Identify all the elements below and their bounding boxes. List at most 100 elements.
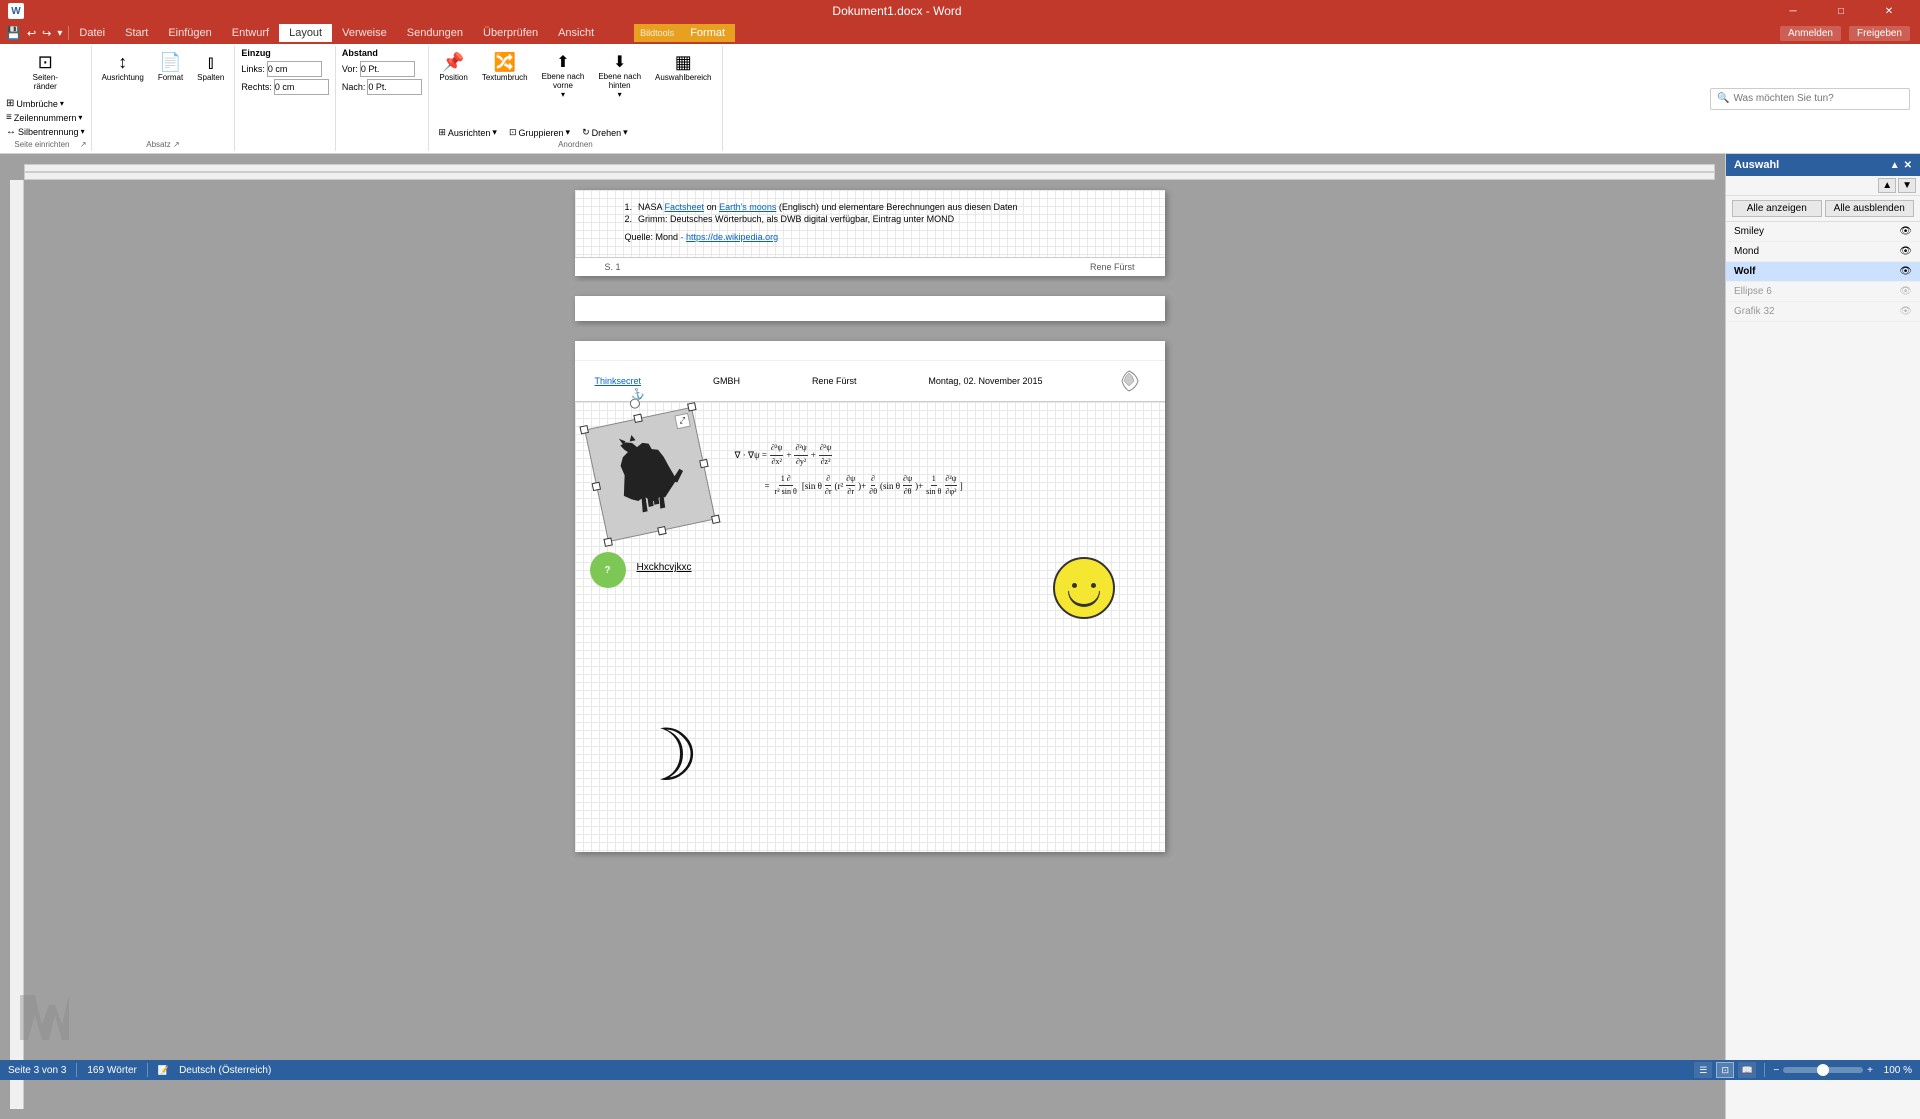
freigeben-button[interactable]: Freigeben (1849, 26, 1910, 41)
handle-bl[interactable] (603, 537, 612, 546)
redo-quick-btn[interactable]: ↪ (42, 27, 51, 40)
umbrueche-button[interactable]: ⊞Umbrüche▾ (4, 97, 87, 110)
window-controls: ─ □ ✕ (1770, 0, 1912, 22)
company-link[interactable]: Thinksecret (595, 376, 642, 386)
panel-close-icon[interactable]: ✕ (1904, 160, 1912, 171)
panel-item-smiley[interactable]: Smiley 👁 (1726, 222, 1920, 242)
panel-item-wolf-label: Wolf (1734, 266, 1755, 277)
handle-mr[interactable] (699, 458, 708, 467)
moon-container[interactable]: ☽ (635, 720, 700, 792)
zoom-slider[interactable] (1783, 1067, 1863, 1073)
tab-sendungen[interactable]: Sendungen (397, 24, 473, 42)
handle-ml[interactable] (591, 481, 600, 490)
page-gap-1 (575, 282, 1165, 290)
ribbon-group-anordnen: 📌 Position 🔀 Textumbruch ⬆ Ebene nach vo… (429, 46, 722, 151)
smiley-container[interactable] (1053, 557, 1115, 619)
handle-tc[interactable] (633, 414, 642, 423)
panel-scroll-up[interactable]: ▲ (1890, 160, 1900, 171)
zeilennummern-button[interactable]: ≡Zeilennummern▾ (4, 111, 87, 124)
handle-tl[interactable] (579, 425, 588, 434)
wolf-image-container[interactable]: ⚓ ⤢ (584, 407, 716, 542)
save-quick-btn[interactable]: 💾 (6, 26, 21, 40)
nach-input[interactable] (367, 79, 422, 95)
page-1-footer: S. 1 Rene Fürst (575, 257, 1165, 276)
vor-input[interactable] (360, 61, 415, 77)
page-scroll-area: 1. NASA Factsheet on Earth's moons (Engl… (24, 180, 1715, 1109)
source-link[interactable]: https://de.wikipedia.org (686, 232, 778, 242)
tab-format[interactable]: Format (680, 24, 735, 42)
minimize-button[interactable]: ─ (1770, 0, 1816, 22)
tab-datei[interactable]: Datei (69, 24, 115, 42)
ebene-vorne-button[interactable]: ⬆ Ebene nach vorne ▾ (536, 48, 591, 103)
read-layout-btn[interactable]: 📖 (1738, 1062, 1756, 1078)
web-layout-btn[interactable]: ⊡ (1716, 1062, 1734, 1078)
ausrichtung-button[interactable]: ↕ Ausrichtung (96, 48, 150, 140)
format-button[interactable]: 📄 Format (152, 48, 189, 140)
maximize-button[interactable]: □ (1818, 0, 1864, 22)
handle-tr[interactable] (687, 402, 696, 411)
resize-indicator[interactable]: ⤢ (674, 413, 691, 430)
panel-action-btns: Alle anzeigen Alle ausblenden (1726, 196, 1920, 222)
user-controls: Anmelden Freigeben (1780, 26, 1920, 41)
search-input[interactable] (1733, 93, 1903, 104)
print-layout-btn[interactable]: ☰ (1694, 1062, 1712, 1078)
ruler-marks (25, 164, 1714, 180)
hxc-text[interactable]: Hxckhcvjkxc (637, 562, 692, 573)
silbentrennung-button[interactable]: ↔Silbentrennung▾ (4, 125, 87, 138)
more-quick-btn[interactable]: ▾ (57, 28, 62, 39)
ebene-hinten-button[interactable]: ⬇ Ebene nach hinten ▾ (592, 48, 647, 103)
anmelden-button[interactable]: Anmelden (1780, 26, 1841, 41)
show-all-button[interactable]: Alle anzeigen (1732, 200, 1822, 217)
seite-einrichten-expand[interactable]: ↗ (80, 140, 87, 149)
panel-down-btn[interactable]: ▼ (1898, 178, 1916, 193)
ribbon-group-einzug: Einzug Links: Rechts: (235, 46, 336, 151)
position-button[interactable]: 📌 Position (433, 48, 473, 86)
tab-layout[interactable]: Layout (279, 24, 332, 42)
earths-moons-link[interactable]: Earth's moons (719, 202, 776, 212)
auswahlbereich-button[interactable]: ▦ Auswahlbereich (649, 48, 717, 86)
zoom-slider-thumb[interactable] (1817, 1064, 1829, 1076)
seiten-raender-button[interactable]: ⊡ Seiten- ränder (4, 48, 87, 95)
panel-title: Auswahl (1734, 159, 1779, 171)
math-formula-area: ∇ · ∇ψ = ∂²ψ ∂x² + ∂²ψ ∂y² + (735, 442, 963, 499)
hide-all-button[interactable]: Alle ausblenden (1825, 200, 1915, 217)
formula-line1: ∇ · ∇ψ = ∂²ψ ∂x² + ∂²ψ ∂y² + (735, 442, 963, 469)
context-tab-bildtools[interactable]: Bildtools (634, 24, 680, 42)
absatz-expand[interactable]: ↗ (173, 140, 180, 149)
links-input[interactable] (267, 61, 322, 77)
tab-ansicht[interactable]: Ansicht (548, 24, 604, 42)
panel-item-smiley-eye-icon: 👁 (1899, 226, 1912, 237)
seiten-raender-label2: ränder (34, 82, 57, 91)
tab-entwurf[interactable]: Entwurf (222, 24, 279, 42)
textumbruch-button[interactable]: 🔀 Textumbruch (476, 48, 534, 86)
panel-up-btn[interactable]: ▲ (1878, 178, 1896, 193)
zoom-minus[interactable]: − (1773, 1065, 1779, 1076)
panel-item-ellipse6[interactable]: Ellipse 6 👁 (1726, 282, 1920, 302)
tab-ueberpruefen[interactable]: Überprüfen (473, 24, 548, 42)
panel-item-wolf[interactable]: Wolf 👁 (1726, 262, 1920, 282)
rechts-input[interactable] (274, 79, 329, 95)
ausrichten-button[interactable]: ⊞Ausrichten▾ (433, 125, 502, 140)
handle-bc[interactable] (657, 526, 666, 535)
undo-quick-btn[interactable]: ↩ (27, 27, 36, 40)
status-sep-2 (147, 1063, 148, 1077)
panel-item-mond[interactable]: Mond 👁 (1726, 242, 1920, 262)
spalten-button[interactable]: ⫾ Spalten (191, 48, 230, 140)
smiley-right-eye (1091, 583, 1096, 588)
ribbon-group-seite: ⊡ Seiten- ränder ⊞Umbrüche▾ ≡Zeilennumme… (0, 46, 92, 151)
page-3-content[interactable]: ⚓ ⤢ ∇ · ∇ψ = ∂²ψ ∂x² (575, 402, 1165, 852)
tab-einfuegen[interactable]: Einfügen (158, 24, 221, 42)
smiley-mouth (1068, 591, 1100, 607)
source-text: Quelle: Mond · https://de.wikipedia.org (625, 232, 1115, 242)
zoom-plus[interactable]: + (1867, 1065, 1873, 1076)
drehen-button[interactable]: ↻Drehen▾ (577, 125, 633, 140)
panel-item-grafik32[interactable]: Grafik 32 👁 (1726, 302, 1920, 322)
nasa-link[interactable]: Factsheet (665, 202, 705, 212)
tab-verweise[interactable]: Verweise (332, 24, 397, 42)
close-button[interactable]: ✕ (1866, 0, 1912, 22)
gruppieren-button[interactable]: ⊡Gruppieren▾ (504, 125, 575, 140)
title-bar: W Dokument1.docx - Word ─ □ ✕ (0, 0, 1920, 22)
handle-br[interactable] (711, 515, 720, 524)
anordnen-label: Anordnen (433, 140, 717, 149)
tab-start[interactable]: Start (115, 24, 158, 42)
